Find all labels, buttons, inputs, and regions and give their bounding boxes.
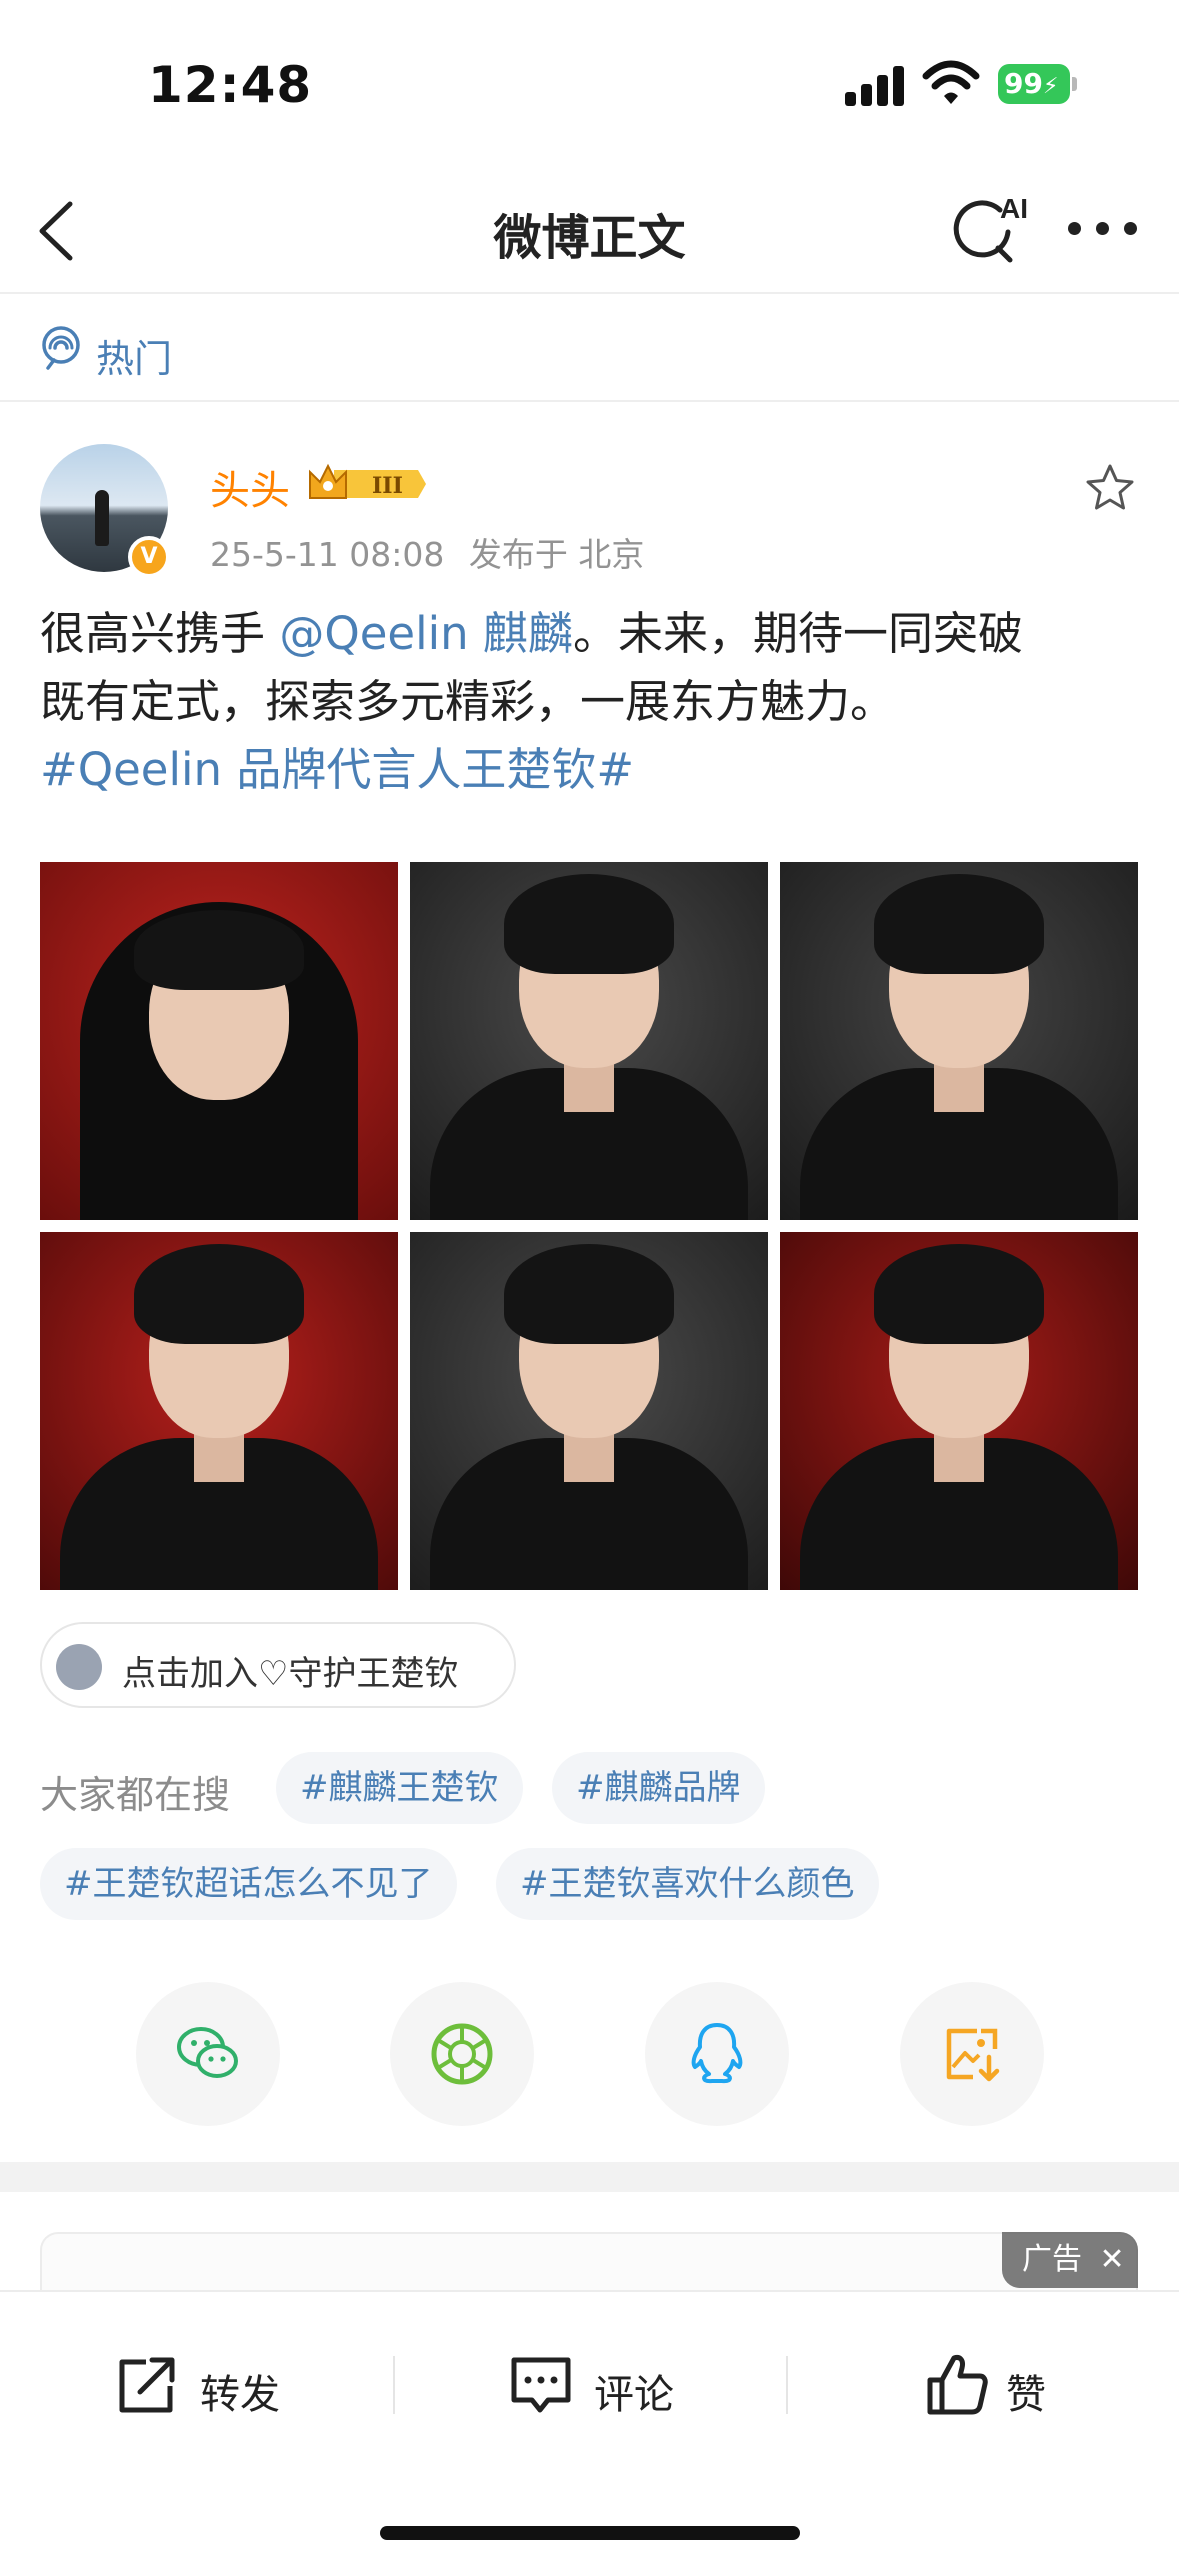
section-separator: [0, 2162, 1179, 2192]
repost-label: 转发: [200, 2372, 280, 2418]
more-button[interactable]: [1062, 208, 1144, 248]
cellular-signal-icon: [845, 64, 905, 106]
comment-label: 评论: [594, 2372, 674, 2418]
close-icon[interactable]: ✕: [1100, 2242, 1125, 2277]
trending-search-label: 大家都在搜: [40, 1773, 231, 1817]
share-save-image-button[interactable]: [900, 1982, 1044, 2126]
comment-button[interactable]: 评论: [506, 2350, 706, 2420]
post-photo-6[interactable]: [780, 1232, 1138, 1590]
nav-bar: 微博正文 AI: [0, 160, 1179, 294]
username[interactable]: 头头: [210, 458, 290, 516]
status-time: 12:48: [148, 56, 313, 114]
action-divider: [393, 2356, 395, 2414]
action-divider: [786, 2356, 788, 2414]
status-bar: 12:48 99⚡: [0, 0, 1179, 160]
share-qq-button[interactable]: [645, 1982, 789, 2126]
repost-button[interactable]: 转发: [112, 2350, 312, 2420]
post-meta: 25-5-11 08:08 发布于 北京: [210, 528, 644, 576]
post-photo-1[interactable]: [40, 862, 398, 1220]
post-body: 很高兴携手 @Qeelin 麒麟。未来，期待一同突破 既有定式，探索多元精彩，一…: [40, 600, 1150, 804]
level-label: III: [372, 473, 403, 499]
battery-icon: 99⚡: [998, 64, 1078, 104]
supertopic-label: 点击加入♡守护王楚钦: [122, 1654, 459, 1694]
post-text-line2: 既有定式，探索多元精彩，一展东方魅力。: [40, 675, 896, 728]
battery-level: 99: [1004, 67, 1043, 100]
hashtag-link[interactable]: #Qeelin 品牌代言人王楚钦#: [40, 736, 1150, 804]
post-text-suffix: 。未来，期待一同突破: [572, 607, 1023, 660]
thumbs-up-icon: [927, 2355, 988, 2415]
like-button[interactable]: 赞: [922, 2350, 1082, 2420]
share-wechat-button[interactable]: [136, 1982, 280, 2126]
hot-icon: [42, 326, 80, 370]
ad-label: 广告: [1022, 2242, 1082, 2277]
verified-badge-icon: V: [128, 536, 170, 578]
search-tag[interactable]: #麒麟王楚钦: [276, 1752, 523, 1824]
search-tag[interactable]: #王楚钦喜欢什么颜色: [496, 1848, 879, 1920]
ai-label: AI: [1000, 193, 1028, 224]
qq-icon: [691, 2023, 743, 2084]
wechat-icon: [177, 2027, 238, 2078]
supertopic-icon: [56, 1644, 102, 1690]
ai-search-button[interactable]: AI: [950, 188, 1030, 268]
mention-link[interactable]: @Qeelin 麒麟: [279, 607, 573, 660]
membership-crown-icon: III: [309, 463, 426, 499]
wifi-icon: [922, 60, 980, 104]
post-timestamp: 25-5-11 08:08: [210, 535, 445, 574]
favorite-star-button[interactable]: [1082, 460, 1138, 516]
hot-section-label: 热门: [0, 294, 1179, 402]
search-tag[interactable]: #王楚钦超话怎么不见了: [40, 1848, 457, 1920]
photo-grid: [40, 862, 1138, 1590]
post-text-prefix: 很高兴携手: [40, 607, 280, 660]
ad-badge[interactable]: 广告 ✕: [1002, 2232, 1138, 2288]
hot-label: 热门: [96, 337, 173, 381]
post-photo-5[interactable]: [410, 1232, 768, 1590]
like-label: 赞: [1006, 2372, 1046, 2418]
supertopic-join-chip[interactable]: 点击加入♡守护王楚钦: [40, 1622, 516, 1708]
comment-icon: [511, 2357, 571, 2413]
post-location: 发布于 北京: [468, 535, 645, 574]
bottom-action-bar: 转发 评论 赞: [0, 2290, 1179, 2556]
post-photo-4[interactable]: [40, 1232, 398, 1590]
post-photo-3[interactable]: [780, 862, 1138, 1220]
post-photo-2[interactable]: [410, 862, 768, 1220]
share-moments-button[interactable]: [390, 1982, 534, 2126]
home-indicator[interactable]: [380, 2526, 800, 2540]
moments-icon: [431, 2023, 493, 2085]
save-image-icon: [946, 2028, 1000, 2082]
search-tag[interactable]: #麒麟品牌: [552, 1752, 765, 1824]
repost-icon: [119, 2357, 175, 2413]
